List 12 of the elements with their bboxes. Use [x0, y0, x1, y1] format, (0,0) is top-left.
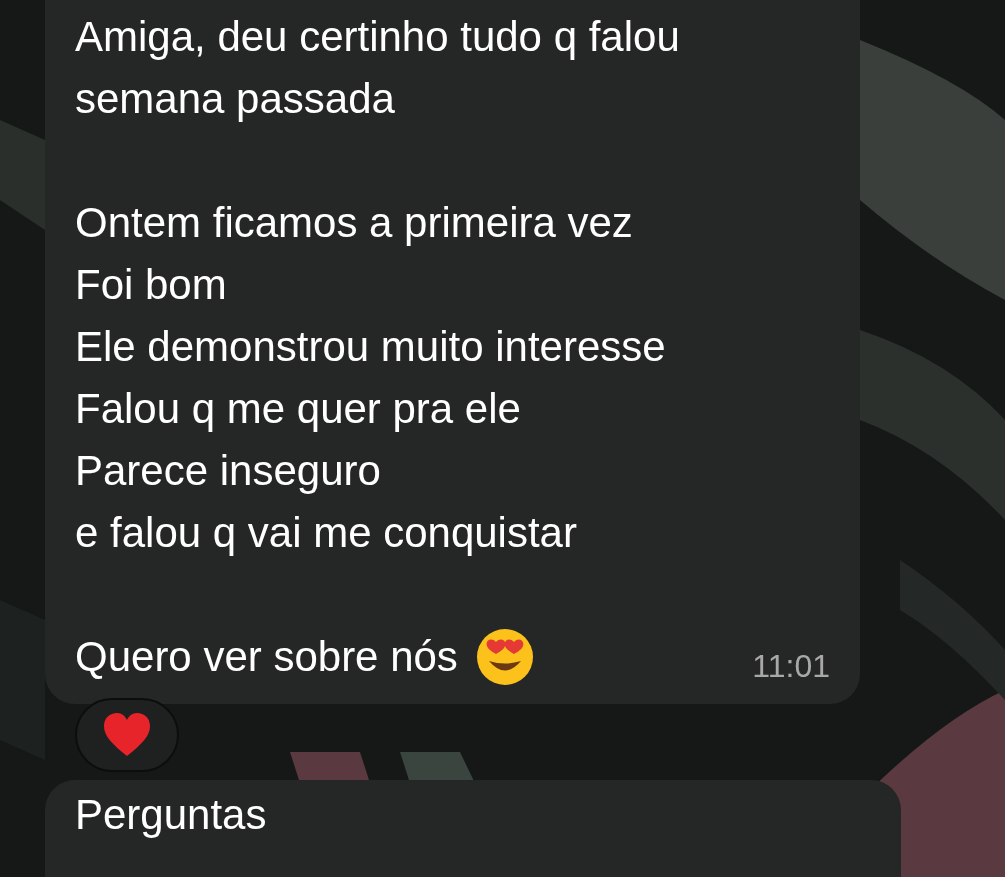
- message-time: 11:01: [752, 647, 830, 686]
- message-text: Perguntas: [75, 791, 267, 838]
- message-text: Falou q me quer pra ele: [75, 384, 522, 434]
- message-text: Ele demonstrou muito interesse: [75, 322, 667, 372]
- message-text: Parece inseguro: [75, 446, 382, 496]
- message-text: Amiga, deu certinho tudo q falou semana passada: [75, 12, 681, 124]
- heart-icon: [102, 712, 152, 758]
- message-text: e falou q vai me conquistar: [75, 508, 578, 558]
- message-text: Ontem ficamos a primeira vez: [75, 198, 634, 248]
- heart-eyes-emoji-icon: [475, 628, 534, 686]
- message-text: Foi bom: [75, 260, 228, 310]
- message-text: Quero ver sobre nós: [75, 632, 458, 682]
